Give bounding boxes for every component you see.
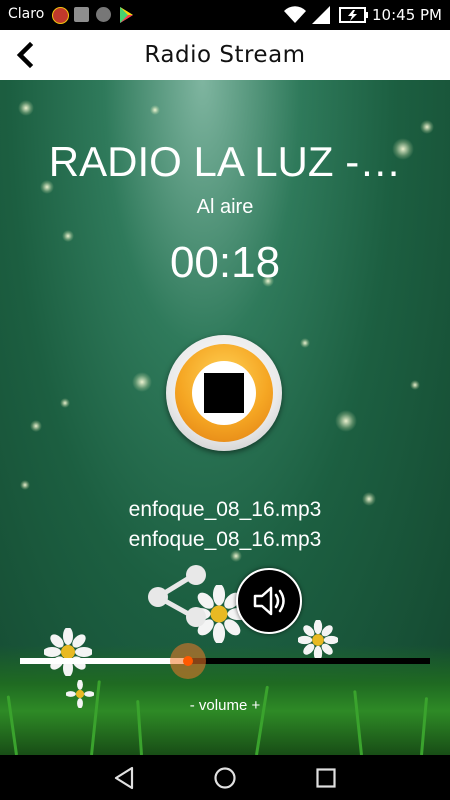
volume-label: - volume +: [189, 697, 261, 714]
speaker-volume-icon: [253, 586, 285, 616]
volume-button[interactable]: [236, 568, 302, 634]
wifi-icon: [284, 6, 306, 23]
daisy-flower: [44, 628, 92, 676]
gallery-icon: [74, 7, 89, 22]
clock: 10:45 PM: [372, 6, 442, 24]
stop-button[interactable]: [166, 335, 282, 451]
stop-icon: [204, 373, 244, 413]
volume-slider-fill: [20, 658, 188, 664]
track-name: enfoque_08_16.mp3: [128, 498, 322, 521]
radio-app-icon: [52, 7, 69, 24]
carrier-label: Claro: [8, 6, 45, 22]
sparkle: [20, 480, 30, 490]
sparkle: [300, 338, 310, 348]
volume-slider-thumb-dot: [183, 656, 193, 666]
sparkle: [150, 105, 160, 115]
stop-button-face: [192, 361, 256, 425]
battery-charging-icon: [339, 7, 368, 23]
signal-icon: [312, 6, 330, 24]
nav-recents-icon[interactable]: [313, 765, 339, 791]
sparkle: [410, 380, 420, 390]
volume-slider-thumb[interactable]: [170, 643, 206, 679]
download-icon: [96, 7, 111, 22]
sparkle: [132, 372, 152, 392]
sparkle: [420, 120, 434, 134]
sparkle: [60, 398, 70, 408]
broadcast-status: Al aire: [196, 196, 254, 218]
daisy-flower: [298, 620, 338, 660]
sparkle: [335, 410, 357, 432]
app-bar: Radio Stream: [0, 30, 450, 81]
player-screen: RADIO LA LUZ -… Al aire 00:18 enfoque_08…: [0, 80, 450, 755]
volume-slider-track[interactable]: [20, 658, 430, 664]
elapsed-timer: 00:18: [169, 238, 281, 287]
sparkle: [30, 420, 42, 432]
share-icon[interactable]: [140, 564, 214, 628]
track-name: enfoque_08_16.mp3: [128, 528, 322, 551]
stop-button-ring: [175, 344, 273, 442]
status-bar: Claro 10:45 PM: [0, 0, 450, 30]
play-store-icon: [120, 7, 133, 23]
sparkle: [18, 100, 34, 116]
nav-home-icon[interactable]: [212, 765, 238, 791]
station-name: RADIO LA LUZ -…: [48, 138, 402, 185]
navigation-bar: [0, 755, 450, 800]
nav-back-icon[interactable]: [112, 765, 138, 791]
page-title: Radio Stream: [144, 42, 306, 68]
